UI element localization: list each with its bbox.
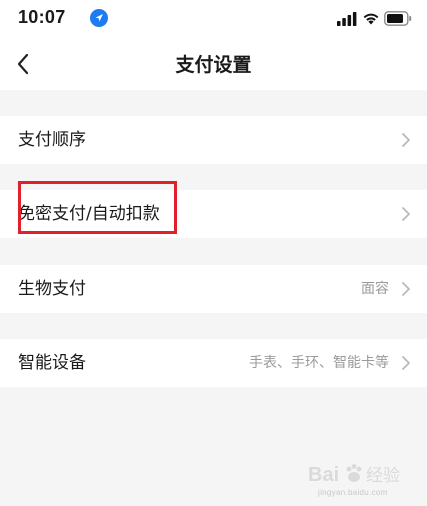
settings-row-payment-order[interactable]: 支付顺序 xyxy=(0,116,427,164)
chevron-right-icon xyxy=(402,356,410,370)
wifi-icon xyxy=(363,13,379,25)
location-arrow-icon xyxy=(90,9,108,27)
battery-icon xyxy=(384,11,412,26)
row-label: 支付顺序 xyxy=(18,130,86,150)
chevron-right-icon xyxy=(402,282,410,296)
cellular-signal-icon xyxy=(337,12,357,26)
row-label: 智能设备 xyxy=(18,353,86,373)
settings-row-password-free-payment[interactable]: 免密支付/自动扣款 xyxy=(0,190,427,238)
settings-row-biometric-payment[interactable]: 生物支付 面容 xyxy=(0,265,427,313)
row-label: 免密支付/自动扣款 xyxy=(18,204,160,224)
row-value: 面容 xyxy=(361,281,389,297)
navigation-bar: 支付设置 xyxy=(0,38,427,90)
chevron-right-icon xyxy=(402,133,410,147)
settings-row-smart-devices[interactable]: 智能设备 手表、手环、智能卡等 xyxy=(0,339,427,387)
watermark-sub: jingyan.baidu.com xyxy=(318,488,388,497)
row-label: 生物支付 xyxy=(18,279,86,299)
watermark-logo-text-cn: 经验 xyxy=(366,466,400,486)
paw-icon xyxy=(346,464,362,482)
row-value: 手表、手环、智能卡等 xyxy=(249,355,389,371)
chevron-right-icon xyxy=(402,207,410,221)
status-time: 10:07 xyxy=(18,7,66,27)
watermark-logo-text: Bai xyxy=(308,464,339,486)
status-bar: 10:07 xyxy=(0,0,427,38)
page-title: 支付设置 xyxy=(175,54,252,76)
